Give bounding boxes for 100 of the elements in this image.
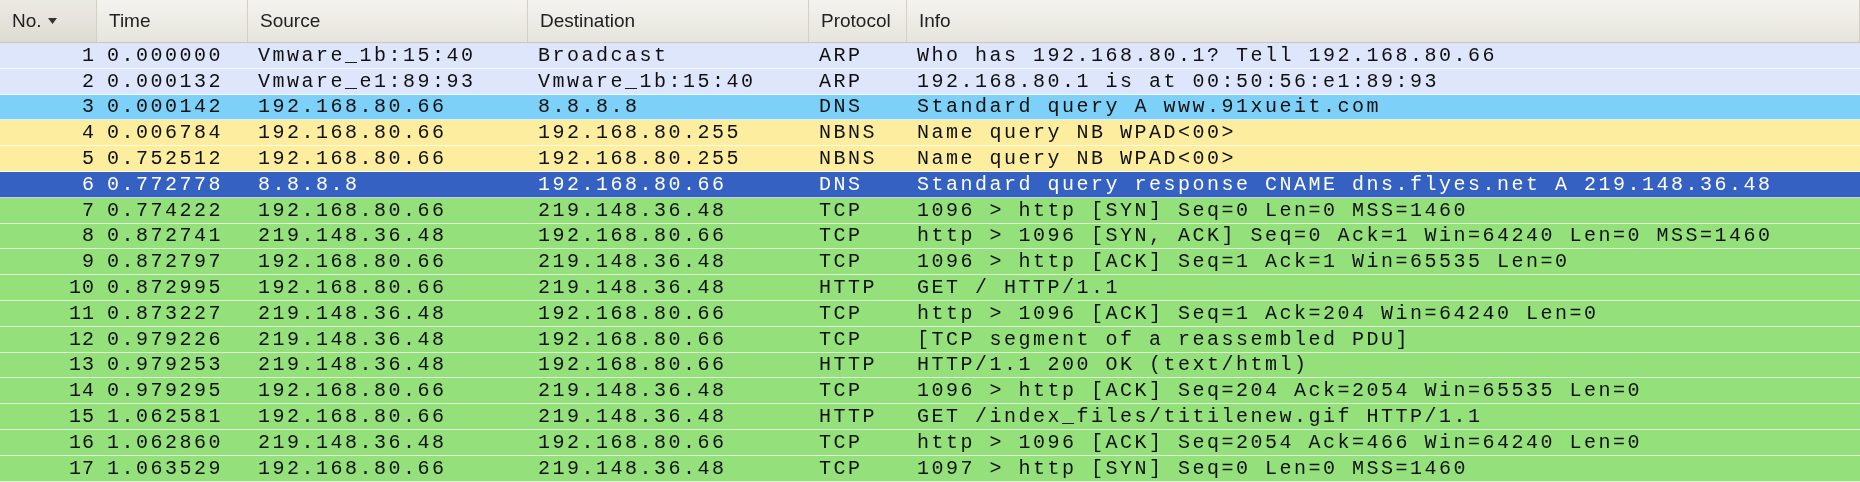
- table-cell-text: 219.148.36.48: [537, 250, 728, 274]
- table-cell-text: Standard query response CNAME dns.flyes.net A 219.148.36.48: [916, 172, 1774, 196]
- packet-row[interactable]: 13 0.979253 219.148.36.48 192.168.80.66 HTTP HTTP/1.1 200 OK (text/html): [0, 352, 1860, 379]
- table-cell-text: HTTP/1.1 200 OK (text/html): [916, 353, 1310, 377]
- packet-row[interactable]: 9 0.872797 192.168.80.66 219.148.36.48 TCP 1096 > http [ACK] Seq=1 Ack=1 Win=65535 Len=0: [0, 249, 1860, 276]
- table-cell-text: GET /index_files/titilenew.gif HTTP/1.1: [916, 405, 1484, 429]
- table-cell-text: 12: [68, 327, 96, 351]
- table-cell-text: Name query NB WPAD<00>: [916, 121, 1238, 145]
- table-cell-text: 219.148.36.48: [537, 456, 728, 480]
- packet-row[interactable]: 12 0.979226 219.148.36.48 192.168.80.66 TCP [TCP segment of a reassembled PDU]: [0, 326, 1860, 353]
- table-cell-text: GET / HTTP/1.1: [916, 276, 1122, 300]
- table-cell-text: 17: [68, 456, 96, 480]
- column-header[interactable]: Source: [248, 0, 528, 42]
- table-cell-text: 8.8.8.8: [257, 172, 361, 196]
- table-cell-text: http > 1096 [ACK] Seq=2054 Ack=466 Win=64240 Len=0: [916, 430, 1644, 454]
- packet-row[interactable]: 16 1.062860 219.148.36.48 192.168.80.66 TCP http > 1096 [ACK] Seq=2054 Ack=466 Win=64240 Len=0: [0, 429, 1860, 456]
- table-cell-text: 13: [68, 353, 96, 377]
- packet-row[interactable]: 3 0.000142 192.168.80.66 8.8.8.8 DNS Standard query A www.91xueit.com: [0, 94, 1860, 121]
- table-cell-text: 192.168.80.66: [537, 353, 728, 377]
- table-cell-text: 1097 > http [SYN] Seq=0 Len=0 MSS=1460: [916, 456, 1470, 480]
- table-cell-text: HTTP: [818, 405, 878, 429]
- table-cell-text: 192.168.80.66: [537, 327, 728, 351]
- table-cell-text: TCP: [818, 224, 864, 248]
- table-cell-text: 0.000000: [106, 43, 224, 67]
- packet-row[interactable]: 11 0.873227 219.148.36.48 192.168.80.66 TCP http > 1096 [ACK] Seq=1 Ack=204 Win=64240 Len=0: [0, 300, 1860, 327]
- packet-row[interactable]: 2 0.000132 Vmware_e1:89:93 Vmware_1b:15:40 ARP 192.168.80.1 is at 00:50:56:e1:89:93: [0, 68, 1860, 95]
- packet-row[interactable]: 6 0.772778 8.8.8.8 192.168.80.66 DNS Standard query response CNAME dns.flyes.net A 219.148.36.48: [0, 172, 1860, 198]
- table-cell-text: TCP: [818, 301, 864, 325]
- table-cell-text: 219.148.36.48: [537, 276, 728, 300]
- sort-caret-icon: [47, 18, 57, 24]
- table-cell-text: 1.063529: [106, 456, 224, 480]
- table-cell-text: 4: [81, 121, 96, 145]
- table-cell-text: http > 1096 [SYN, ACK] Seq=0 Ack=1 Win=64240 Len=0 MSS=1460: [916, 224, 1774, 248]
- table-cell-text: 192.168.80.66: [537, 301, 728, 325]
- packet-row[interactable]: 15 1.062581 192.168.80.66 219.148.36.48 HTTP GET /index_files/titilenew.gif HTTP/1.1: [0, 404, 1860, 430]
- table-cell-text: http > 1096 [ACK] Seq=1 Ack=204 Win=64240 Len=0: [916, 301, 1600, 325]
- table-cell-text: 0.873227: [106, 301, 224, 325]
- packet-row[interactable]: 17 1.063529 192.168.80.66 219.148.36.48 TCP 1097 > http [SYN] Seq=0 Len=0 MSS=1460: [0, 455, 1860, 482]
- table-cell-text: 192.168.80.1 is at 00:50:56:e1:89:93: [916, 69, 1441, 93]
- table-cell-text: HTTP: [818, 276, 878, 300]
- table-cell-text: 6: [81, 172, 96, 196]
- packet-row[interactable]: 8 0.872741 219.148.36.48 192.168.80.66 TCP http > 1096 [SYN, ACK] Seq=0 Ack=1 Win=64240 Len=0 MSS=1460: [0, 223, 1860, 250]
- table-cell-text: Vmware_1b:15:40: [537, 69, 757, 93]
- table-cell-text: 14: [68, 379, 96, 403]
- table-cell-text: 219.148.36.48: [257, 327, 448, 351]
- table-cell-text: 0.872995: [106, 276, 224, 300]
- table-cell-text: 7: [81, 198, 96, 222]
- packet-row[interactable]: 7 0.774222 192.168.80.66 219.148.36.48 TCP 1096 > http [SYN] Seq=0 Len=0 MSS=1460: [0, 197, 1860, 224]
- table-cell-text: 8.8.8.8: [537, 95, 641, 119]
- table-cell-text: 192.168.80.66: [537, 430, 728, 454]
- packet-row[interactable]: 5 0.752512 192.168.80.66 192.168.80.255 NBNS Name query NB WPAD<00>: [0, 146, 1860, 172]
- table-cell-text: 192.168.80.66: [257, 276, 448, 300]
- table-cell-text: 0.000142: [106, 95, 224, 119]
- table-cell-text: 192.168.80.66: [537, 172, 728, 196]
- table-cell-text: ARP: [818, 43, 864, 67]
- table-cell-text: 3: [81, 95, 96, 119]
- table-cell-text: 192.168.80.66: [537, 224, 728, 248]
- table-cell-text: 0.979253: [106, 353, 224, 377]
- table-cell-text: TCP: [818, 456, 864, 480]
- column-header[interactable]: No.: [0, 0, 97, 42]
- table-cell-text: 219.148.36.48: [257, 224, 448, 248]
- table-cell-text: 1: [81, 43, 96, 67]
- packet-row[interactable]: 10 0.872995 192.168.80.66 219.148.36.48 HTTP GET / HTTP/1.1: [0, 275, 1860, 301]
- column-header[interactable]: Time: [97, 0, 248, 42]
- table-cell-text: 1096 > http [ACK] Seq=204 Ack=2054 Win=65535 Len=0: [916, 379, 1644, 403]
- table-cell-text: TCP: [818, 250, 864, 274]
- table-cell-text: 219.148.36.48: [257, 353, 448, 377]
- packet-row[interactable]: 4 0.006784 192.168.80.66 192.168.80.255 NBNS Name query NB WPAD<00>: [0, 120, 1860, 147]
- table-cell-text: HTTP: [818, 353, 878, 377]
- table-cell-text: 16: [68, 430, 96, 454]
- packet-row[interactable]: 14 0.979295 192.168.80.66 219.148.36.48 TCP 1096 > http [ACK] Seq=204 Ack=2054 Win=65535 Len=0: [0, 378, 1860, 405]
- table-cell-text: 192.168.80.255: [537, 147, 743, 171]
- table-cell-text: 219.148.36.48: [257, 430, 448, 454]
- column-header[interactable]: Info: [907, 0, 1860, 42]
- table-cell-text: 192.168.80.66: [257, 147, 448, 171]
- table-cell-text: 0.774222: [106, 198, 224, 222]
- table-cell-text: 219.148.36.48: [537, 198, 728, 222]
- table-cell-text: 0.772778: [106, 172, 224, 196]
- table-cell-text: 192.168.80.66: [257, 250, 448, 274]
- table-cell-text: 192.168.80.66: [257, 121, 448, 145]
- table-cell-text: Vmware_e1:89:93: [257, 69, 477, 93]
- table-cell-text: 11: [68, 301, 96, 325]
- table-cell-text: TCP: [818, 430, 864, 454]
- table-cell-text: DNS: [818, 95, 864, 119]
- table-cell-text: TCP: [818, 327, 864, 351]
- table-cell-text: 192.168.80.66: [257, 405, 448, 429]
- table-cell-text: 1.062581: [106, 405, 224, 429]
- table-cell-text: 0.872741: [106, 224, 224, 248]
- table-cell-text: 219.148.36.48: [257, 301, 448, 325]
- table-cell-text: 9: [81, 250, 96, 274]
- table-cell-text: NBNS: [818, 121, 878, 145]
- table-cell-text: 2: [81, 69, 96, 93]
- table-cell-text: 1096 > http [SYN] Seq=0 Len=0 MSS=1460: [916, 198, 1470, 222]
- packet-row[interactable]: 1 0.000000 Vmware_1b:15:40 Broadcast ARP Who has 192.168.80.1? Tell 192.168.80.66: [0, 43, 1860, 69]
- table-cell-text: 219.148.36.48: [537, 379, 728, 403]
- table-cell-text: 192.168.80.66: [257, 379, 448, 403]
- column-header[interactable]: Protocol: [809, 0, 907, 42]
- column-header[interactable]: Destination: [528, 0, 809, 42]
- table-cell-text: 192.168.80.255: [537, 121, 743, 145]
- table-cell-text: Who has 192.168.80.1? Tell 192.168.80.66: [916, 43, 1499, 67]
